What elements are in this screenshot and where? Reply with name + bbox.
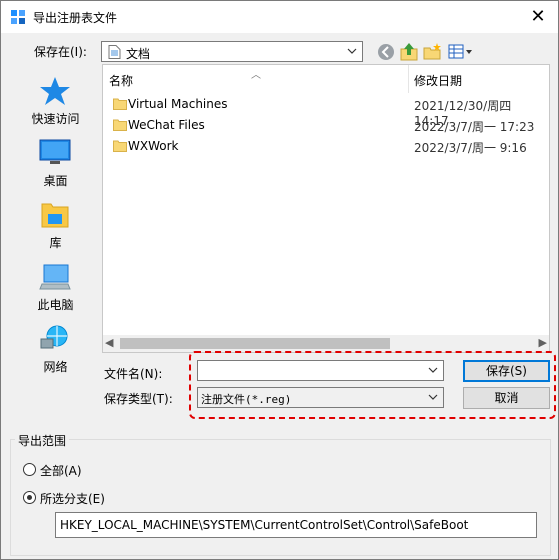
up-folder-icon[interactable] — [398, 41, 420, 63]
file-name: WXWork — [128, 139, 179, 153]
list-item[interactable]: WXWork 2022/3/7/周一 9:16 — [103, 136, 549, 157]
place-quick-access[interactable]: 快速访问 — [10, 72, 101, 134]
registry-icon — [11, 10, 25, 24]
radio-all-label[interactable]: 全部(A) — [40, 462, 82, 479]
place-label: 网络 — [43, 360, 68, 374]
places-bar: 快速访问 桌面 库 此电脑 网络 — [10, 64, 101, 403]
desktop-icon — [39, 139, 71, 164]
radio-selected-branch[interactable] — [23, 491, 36, 504]
place-desktop[interactable]: 桌面 — [10, 134, 101, 196]
sort-caret-icon: ︿ — [251, 70, 261, 81]
view-menu-icon[interactable] — [447, 41, 475, 63]
library-icon — [41, 203, 69, 228]
list-header: ︿ 名称 修改日期 — [103, 65, 549, 93]
filetype-label: 保存类型(T): — [104, 392, 173, 406]
computer-icon — [39, 264, 71, 290]
back-icon[interactable] — [375, 41, 397, 63]
column-date-modified[interactable]: 修改日期 — [414, 72, 462, 89]
file-name: WeChat Files — [128, 118, 205, 132]
scroll-right-icon[interactable]: ▶ — [535, 337, 547, 349]
save-in-value: 文档 — [126, 47, 151, 61]
folder-icon — [113, 140, 127, 152]
close-button[interactable]: ✕ — [518, 1, 558, 33]
new-folder-icon[interactable] — [421, 41, 443, 63]
file-name: Virtual Machines — [128, 97, 228, 111]
place-label: 此电脑 — [37, 298, 74, 312]
file-date: 2022/3/7/周一 17:23 — [414, 120, 535, 134]
place-label: 库 — [49, 236, 62, 250]
column-name[interactable]: 名称 — [109, 72, 133, 89]
radio-dot — [27, 495, 32, 500]
export-range-title: 导出范围 — [15, 432, 70, 449]
export-registry-dialog: 导出注册表文件 ✕ 保存在(I): 文档 快速访问 桌面 库 此电脑 网络 ︿ … — [0, 0, 559, 560]
folder-icon — [113, 98, 127, 110]
filename-label: 文件名(N): — [104, 367, 163, 381]
place-label: 桌面 — [43, 174, 68, 188]
branch-path-value: HKEY_LOCAL_MACHINE\SYSTEM\CurrentControl… — [60, 518, 469, 532]
highlight-annotation — [189, 351, 556, 419]
file-date: 2022/3/7/周一 9:16 — [414, 141, 527, 155]
file-list[interactable]: ︿ 名称 修改日期 Virtual Machines 2021/12/30/周四… — [102, 64, 550, 353]
radio-all[interactable] — [23, 463, 36, 476]
list-item[interactable]: Virtual Machines 2021/12/30/周四 14:17 — [103, 94, 549, 128]
radio-branch-label[interactable]: 所选分支(E) — [40, 490, 105, 507]
save-in-combo[interactable]: 文档 — [101, 41, 363, 62]
chevron-down-icon — [347, 48, 357, 54]
branch-path-field[interactable]: HKEY_LOCAL_MACHINE\SYSTEM\CurrentControl… — [55, 512, 537, 538]
place-library[interactable]: 库 — [10, 196, 101, 258]
star-icon — [40, 77, 70, 105]
column-separator[interactable] — [408, 65, 409, 93]
horizontal-scrollbar[interactable]: ◀ ▶ — [103, 335, 549, 352]
scrollbar-thumb[interactable] — [120, 338, 390, 349]
list-item[interactable]: WeChat Files 2022/3/7/周一 17:23 — [103, 115, 549, 136]
folder-icon — [113, 119, 127, 131]
window-title: 导出注册表文件 — [33, 11, 118, 25]
place-label: 快速访问 — [31, 112, 80, 126]
scroll-left-icon[interactable]: ◀ — [105, 337, 117, 349]
save-in-label: 保存在(I): — [34, 45, 87, 59]
network-icon — [40, 325, 68, 349]
documents-icon — [108, 45, 121, 59]
title-bar: 导出注册表文件 ✕ — [1, 1, 558, 33]
place-network[interactable]: 网络 — [10, 320, 101, 382]
place-this-pc[interactable]: 此电脑 — [10, 258, 101, 320]
